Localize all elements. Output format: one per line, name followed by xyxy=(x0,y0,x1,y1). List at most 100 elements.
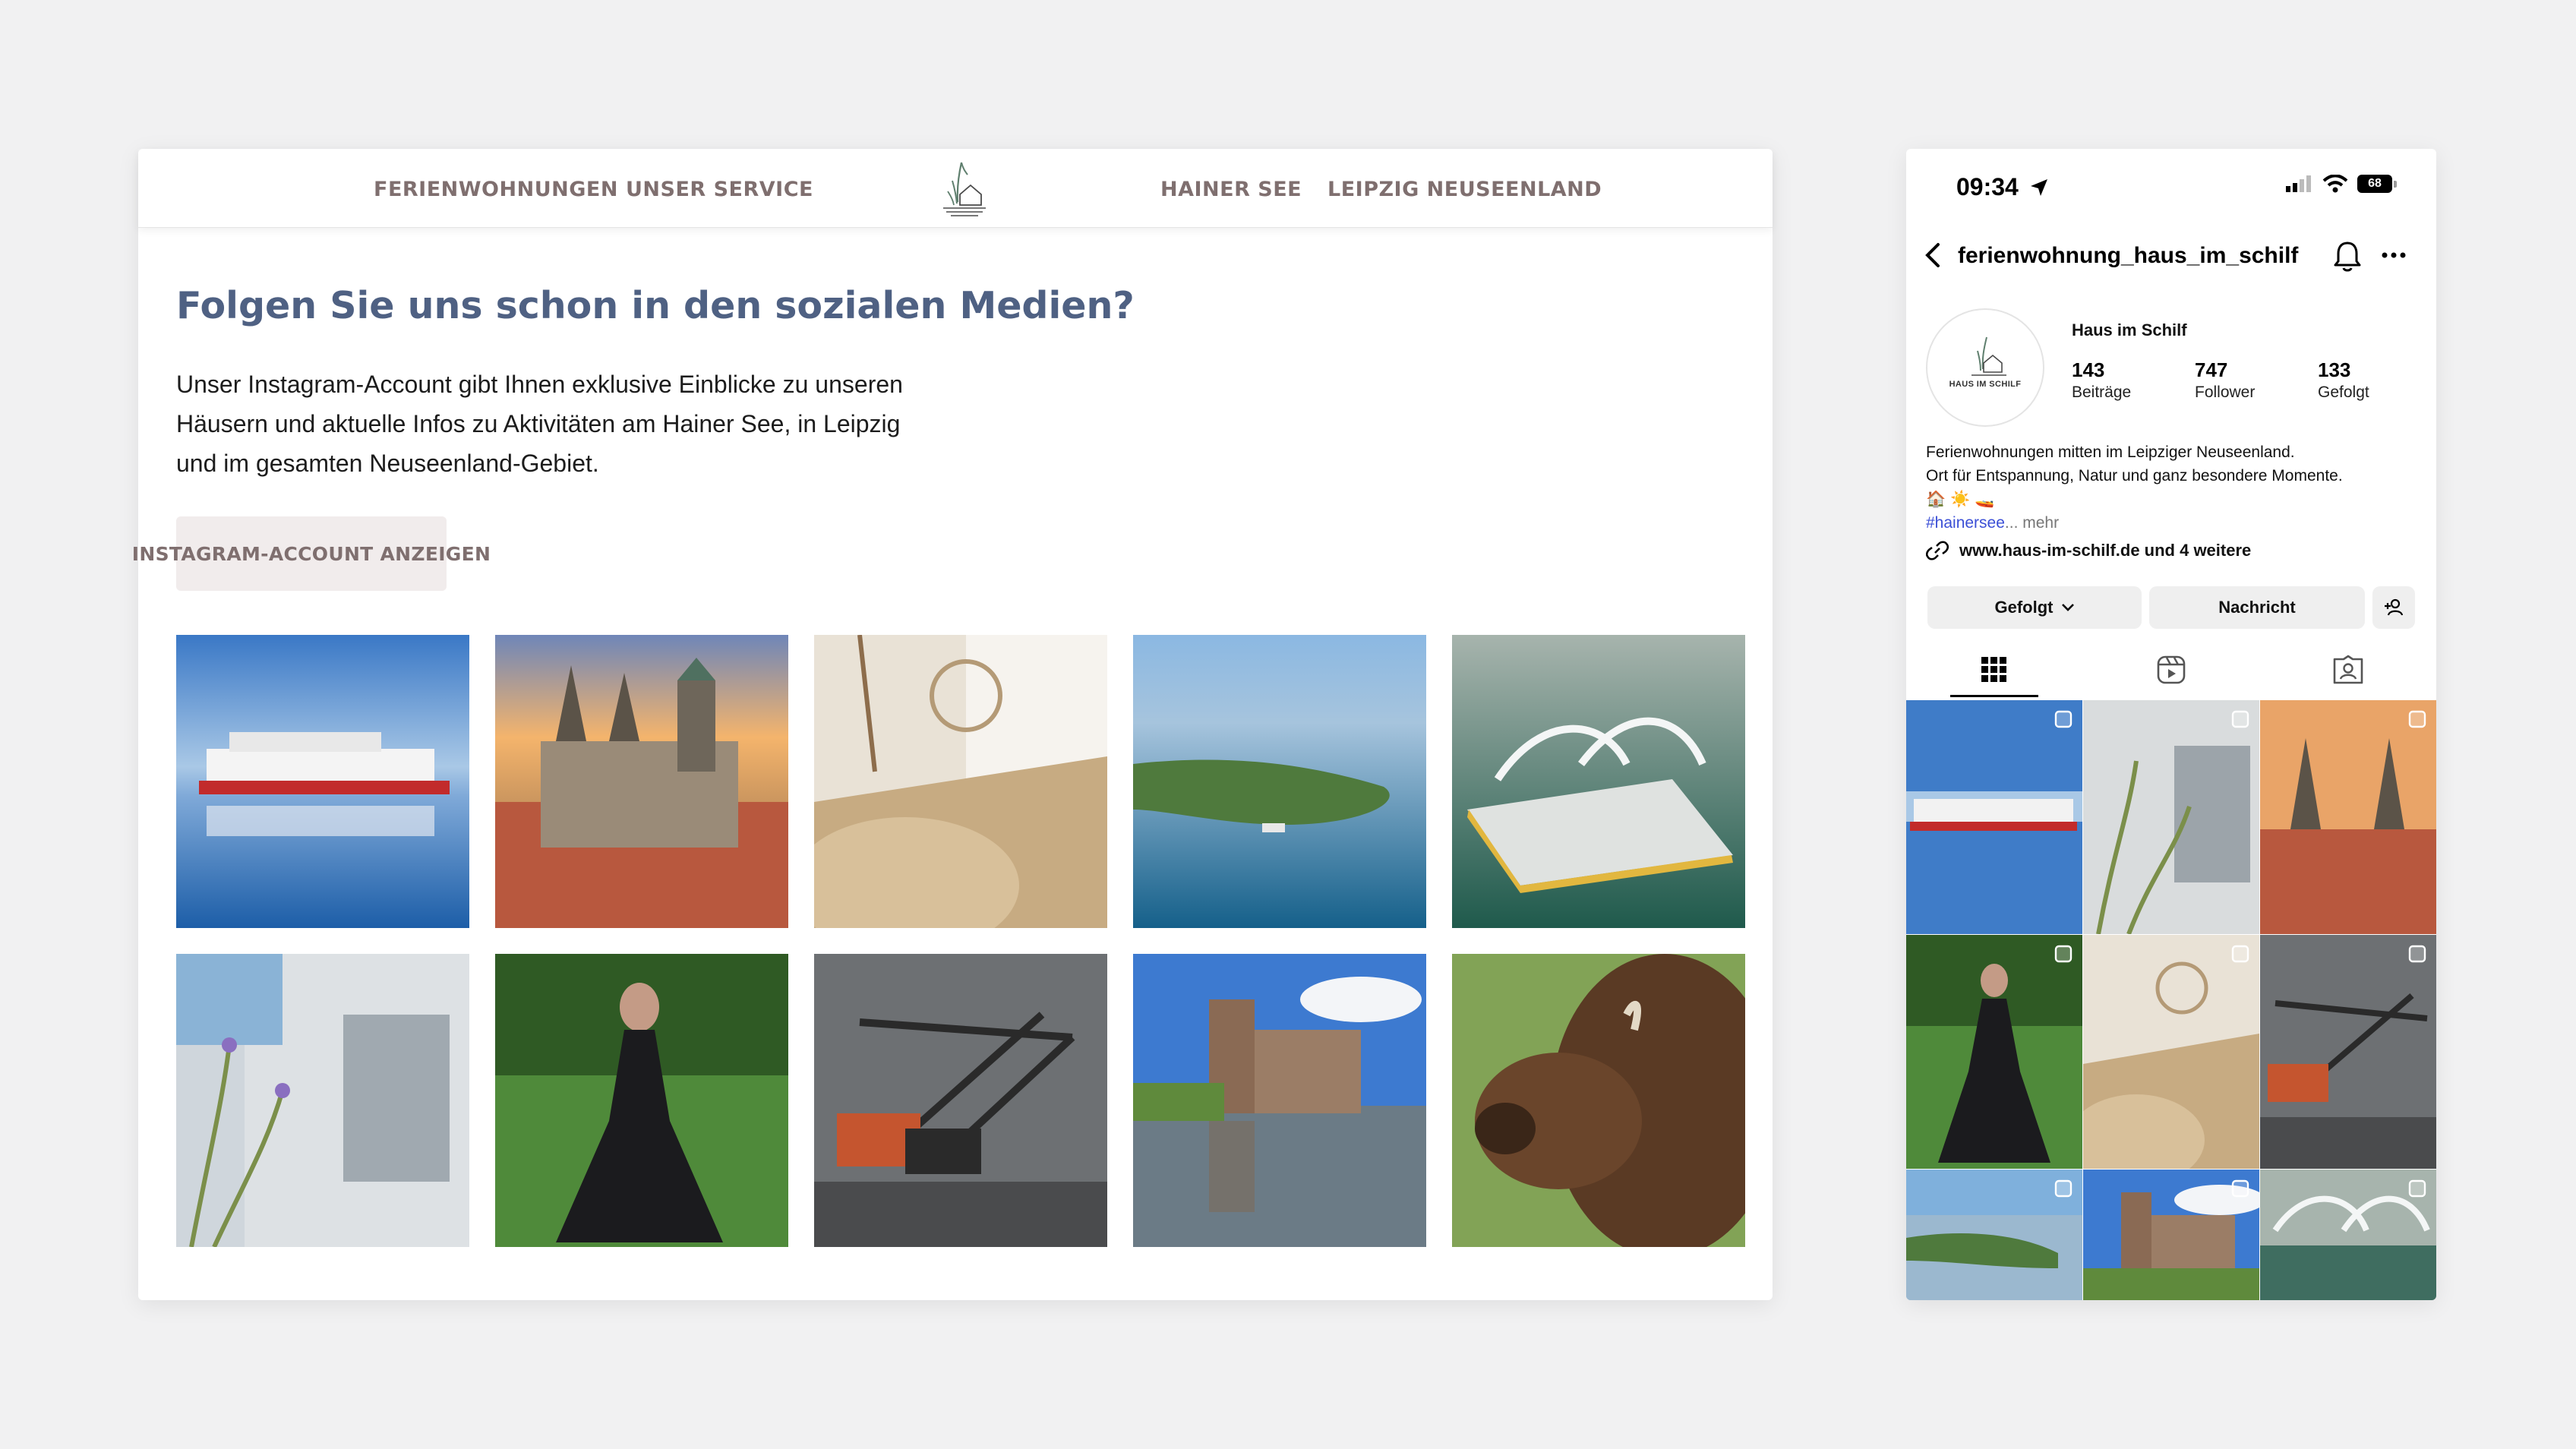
bio-line: Ferienwohnungen mitten im Leipziger Neus… xyxy=(1926,444,2295,461)
photo-tile-pontoon-boat[interactable] xyxy=(1452,635,1745,928)
following-button-label: Gefolgt xyxy=(1994,598,2054,617)
instagram-photo-grid xyxy=(176,635,1745,1247)
stat-number: 143 xyxy=(2072,358,2105,381)
multi-image-icon xyxy=(2054,710,2072,728)
multi-image-icon xyxy=(2231,710,2249,728)
castle-reflection-image xyxy=(1133,954,1426,1247)
interior-table-image xyxy=(814,635,1107,928)
profile-avatar[interactable]: HAUS IM SCHILF xyxy=(1926,308,2044,427)
stat-label: Gefolgt xyxy=(2318,384,2369,401)
cathedral-sunset-image xyxy=(2260,700,2436,934)
message-button-label: Nachricht xyxy=(2218,598,2296,617)
multi-image-icon xyxy=(2231,1179,2249,1198)
cathedral-sunset-image xyxy=(495,635,788,928)
profile-tabs xyxy=(1906,642,2436,697)
section-text-line: Unser Instagram-Account gibt Ihnen exklu… xyxy=(176,371,903,398)
bio-more-link[interactable]: ... mehr xyxy=(2005,514,2059,532)
woman-gothic-dress-image xyxy=(495,954,788,1247)
post-thumb-gothic-dress[interactable] xyxy=(1906,935,2082,1169)
link-icon xyxy=(1926,541,1949,560)
stat-following[interactable]: 133 Gefolgt xyxy=(2318,358,2369,402)
house-terrace-image xyxy=(2083,700,2259,934)
post-thumb-terrace[interactable] xyxy=(2083,700,2259,934)
bio-hashtag[interactable]: #hainersee xyxy=(1926,514,2005,532)
section-text-line: Häusern und aktuelle Infos zu Aktivitäte… xyxy=(176,410,901,437)
mining-excavator-image xyxy=(814,954,1107,1247)
signal-icon xyxy=(2286,175,2311,192)
reels-icon xyxy=(2157,655,2186,684)
active-tab-indicator xyxy=(1950,695,2038,697)
add-user-button[interactable] xyxy=(2372,586,2415,629)
multi-image-icon xyxy=(2054,1179,2072,1198)
photo-tile-bison[interactable] xyxy=(1452,954,1745,1247)
post-thumb-excavator[interactable] xyxy=(2260,935,2436,1169)
photo-tile-castle[interactable] xyxy=(1133,954,1426,1247)
reed-house-logo-icon[interactable] xyxy=(928,155,993,220)
add-user-icon xyxy=(2385,598,2404,616)
bell-icon[interactable] xyxy=(2331,238,2363,273)
stat-followers[interactable]: 747 Follower xyxy=(2195,358,2255,402)
post-thumb-cathedral[interactable] xyxy=(2260,700,2436,934)
tab-tagged[interactable] xyxy=(2260,642,2436,697)
house-terrace-image xyxy=(176,954,469,1247)
stat-number: 747 xyxy=(2195,358,2228,381)
post-thumb-peninsula[interactable] xyxy=(1906,1170,2082,1300)
lake-peninsula-aerial-image xyxy=(1133,635,1426,928)
photo-tile-peninsula[interactable] xyxy=(1133,635,1426,928)
profile-display-name: Haus im Schilf xyxy=(2072,320,2187,339)
stat-posts[interactable]: 143 Beiträge xyxy=(2072,358,2131,402)
nav-leipzig-neuseenland[interactable]: LEIPZIG NEUSEENLAND xyxy=(1327,178,1602,201)
nav-ferienwohnungen[interactable]: FERIENWOHNUNGEN xyxy=(374,178,618,201)
nav-unser-service[interactable]: UNSER SERVICE xyxy=(626,178,813,201)
more-options-icon[interactable] xyxy=(2377,238,2410,272)
photo-tile-terrace[interactable] xyxy=(176,954,469,1247)
pontoon-boat-image xyxy=(1452,635,1745,928)
section-text-line: und im gesamten Neuseenland-Gebiet. xyxy=(176,450,599,477)
tab-reels[interactable] xyxy=(2083,642,2259,697)
ship-on-lake-image xyxy=(1906,700,2082,934)
instagram-account-button[interactable]: INSTAGRAM-ACCOUNT ANZEIGEN xyxy=(132,516,491,591)
stat-number: 133 xyxy=(2318,358,2351,381)
interior-table-image xyxy=(2083,935,2259,1169)
photo-tile-excavator[interactable] xyxy=(814,954,1107,1247)
photo-tile-cathedral[interactable] xyxy=(495,635,788,928)
reed-house-logo-icon xyxy=(1971,336,2006,376)
woman-gothic-dress-image xyxy=(1906,935,2082,1169)
bio-hashtag-line: #hainersee... mehr xyxy=(1926,511,2343,535)
photo-tile-gothic-dress[interactable] xyxy=(495,954,788,1247)
mining-excavator-image xyxy=(2260,935,2436,1169)
tagged-person-icon xyxy=(2333,655,2363,684)
following-button[interactable]: Gefolgt xyxy=(1927,586,2142,629)
multi-image-icon xyxy=(2408,710,2426,728)
website-card: FERIENWOHNUNGEN UNSER SERVICE HAINER SEE… xyxy=(132,149,1773,1300)
status-icons: 68 xyxy=(2286,175,2397,193)
instagram-phone-screen: 09:34 68 ferienwohnung_haus_im_schilf HA… xyxy=(1906,149,2436,1300)
tab-grid[interactable] xyxy=(1906,642,2082,697)
site-navigation: FERIENWOHNUNGEN UNSER SERVICE HAINER SEE… xyxy=(138,149,1773,228)
section-title: Folgen Sie uns schon in den sozialen Med… xyxy=(176,284,1135,327)
post-thumb-ship[interactable] xyxy=(1906,700,2082,934)
nav-hainer-see[interactable]: HAINER SEE xyxy=(1160,178,1302,201)
back-arrow-icon[interactable] xyxy=(1918,238,1949,272)
bison-image xyxy=(1452,954,1745,1247)
post-thumb-pontoon-boat[interactable] xyxy=(2260,1170,2436,1300)
battery-icon: 68 xyxy=(2357,175,2397,193)
wifi-icon xyxy=(2322,175,2348,193)
stat-label: Follower xyxy=(2195,384,2256,401)
post-thumb-interior[interactable] xyxy=(2083,935,2259,1169)
location-arrow-icon xyxy=(2031,179,2047,196)
stat-label: Beiträge xyxy=(2072,384,2132,401)
post-thumb-castle[interactable] xyxy=(2083,1170,2259,1300)
website-link-text: www.haus-im-schilf.de und 4 weitere xyxy=(1959,541,2252,560)
multi-image-icon xyxy=(2408,945,2426,963)
instagram-post-grid xyxy=(1906,700,2436,1300)
message-button[interactable]: Nachricht xyxy=(2149,586,2365,629)
photo-tile-interior[interactable] xyxy=(814,635,1107,928)
photo-tile-ship[interactable] xyxy=(176,635,469,928)
bio-line: Ort für Entspannung, Natur und ganz beso… xyxy=(1926,467,2343,485)
multi-image-icon xyxy=(2054,945,2072,963)
battery-level: 68 xyxy=(2357,175,2392,193)
profile-bio: Ferienwohnungen mitten im Leipziger Neus… xyxy=(1926,440,2343,535)
profile-website-link[interactable]: www.haus-im-schilf.de und 4 weitere xyxy=(1926,539,2251,562)
multi-image-icon xyxy=(2231,945,2249,963)
